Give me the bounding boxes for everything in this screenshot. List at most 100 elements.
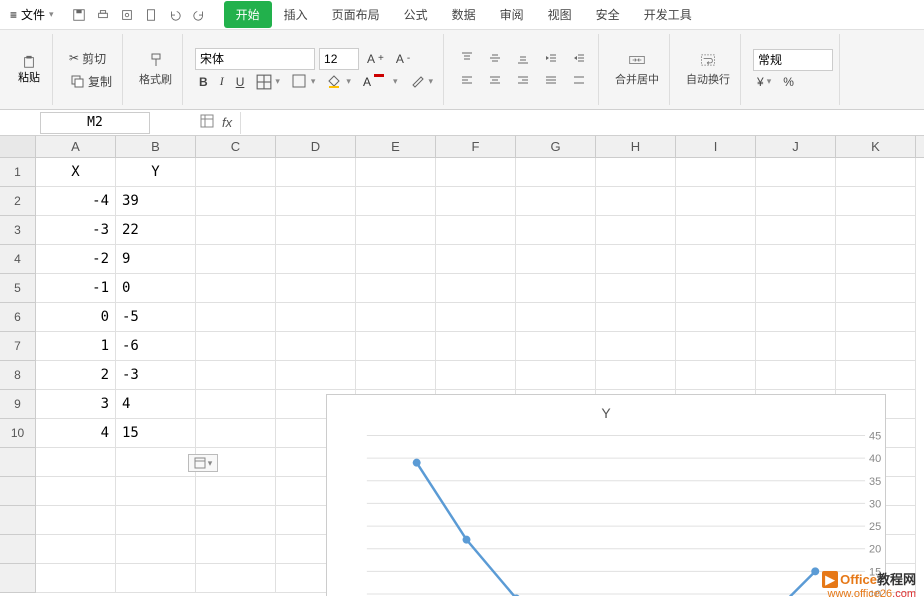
decrease-font-icon[interactable]: A- [392,50,414,68]
tab-home[interactable]: 开始 [224,1,272,28]
cell[interactable]: X [36,158,116,187]
row-header[interactable] [0,506,36,535]
row-header[interactable]: 8 [0,361,36,390]
cell[interactable] [436,274,516,303]
cell[interactable] [196,187,276,216]
row-header[interactable]: 6 [0,303,36,332]
cell[interactable] [356,216,436,245]
cell[interactable] [676,303,756,332]
save-icon[interactable] [72,8,86,22]
merge-center-button[interactable]: 合并居中 [611,50,663,89]
cell[interactable]: 4 [116,390,196,419]
cell[interactable] [516,245,596,274]
cell[interactable] [196,361,276,390]
cell[interactable] [836,361,916,390]
cell[interactable] [676,216,756,245]
cell[interactable]: -3 [36,216,116,245]
cell[interactable] [836,303,916,332]
cell[interactable] [436,245,516,274]
name-box[interactable] [40,112,150,134]
cell[interactable] [516,216,596,245]
align-center-icon[interactable] [484,71,508,91]
cell[interactable] [596,303,676,332]
align-justify-icon[interactable] [540,71,564,91]
autofill-options-icon[interactable]: ▾ [188,454,218,472]
cell[interactable] [756,187,836,216]
cell[interactable] [196,274,276,303]
cell[interactable] [116,448,196,477]
cell[interactable] [676,332,756,361]
cell[interactable] [836,332,916,361]
col-header-G[interactable]: G [516,136,596,157]
cell[interactable] [836,216,916,245]
col-header-D[interactable]: D [276,136,356,157]
cell[interactable] [596,332,676,361]
currency-icon[interactable]: ¥▾ [753,73,775,91]
row-header[interactable]: 2 [0,187,36,216]
cell[interactable] [196,564,276,593]
cell[interactable] [676,187,756,216]
format-painter-button[interactable]: 格式刷 [135,50,176,89]
cell[interactable] [596,216,676,245]
cell[interactable] [116,506,196,535]
cell[interactable] [676,158,756,187]
cell[interactable] [196,535,276,564]
cell[interactable] [436,332,516,361]
cell[interactable] [36,448,116,477]
cell[interactable] [756,216,836,245]
tab-developer[interactable]: 开发工具 [632,1,704,28]
italic-button[interactable]: I [216,72,228,91]
cell[interactable] [196,477,276,506]
cell[interactable] [676,274,756,303]
cell[interactable] [756,158,836,187]
cell[interactable] [756,361,836,390]
cell[interactable] [196,390,276,419]
cell[interactable] [276,361,356,390]
cell[interactable] [436,187,516,216]
row-header[interactable] [0,448,36,477]
cell[interactable] [756,274,836,303]
cell[interactable]: 15 [116,419,196,448]
cell[interactable]: -6 [116,332,196,361]
cell[interactable] [196,419,276,448]
cell[interactable]: 22 [116,216,196,245]
cell[interactable] [276,187,356,216]
cell[interactable] [196,216,276,245]
cell[interactable] [676,245,756,274]
cell[interactable] [676,361,756,390]
align-middle-icon[interactable] [484,49,508,69]
cell[interactable] [276,245,356,274]
cell[interactable] [596,274,676,303]
cell[interactable] [116,564,196,593]
increase-indent-icon[interactable] [568,49,592,69]
cell[interactable]: 39 [116,187,196,216]
select-all-corner[interactable] [0,136,36,157]
cell[interactable] [36,506,116,535]
cell[interactable]: -2 [36,245,116,274]
cell[interactable] [196,303,276,332]
cell[interactable] [516,332,596,361]
increase-font-icon[interactable]: A+ [363,50,388,68]
cell[interactable] [276,303,356,332]
cell[interactable] [356,245,436,274]
cell[interactable] [196,245,276,274]
tab-review[interactable]: 审阅 [488,1,536,28]
fx-icon[interactable]: fx [222,115,232,130]
bold-button[interactable]: B [195,73,212,91]
row-header[interactable] [0,477,36,506]
decrease-indent-icon[interactable] [540,49,564,69]
cell[interactable] [356,332,436,361]
cell[interactable]: 1 [36,332,116,361]
font-size-select[interactable] [319,48,359,70]
cell[interactable]: 0 [36,303,116,332]
col-header-C[interactable]: C [196,136,276,157]
table-icon[interactable] [200,114,214,131]
row-header[interactable]: 3 [0,216,36,245]
print-icon[interactable] [96,8,110,22]
row-header[interactable]: 1 [0,158,36,187]
cell[interactable] [756,245,836,274]
new-icon[interactable] [144,8,158,22]
cell[interactable]: 0 [116,274,196,303]
col-header-K[interactable]: K [836,136,916,157]
cell[interactable] [36,535,116,564]
